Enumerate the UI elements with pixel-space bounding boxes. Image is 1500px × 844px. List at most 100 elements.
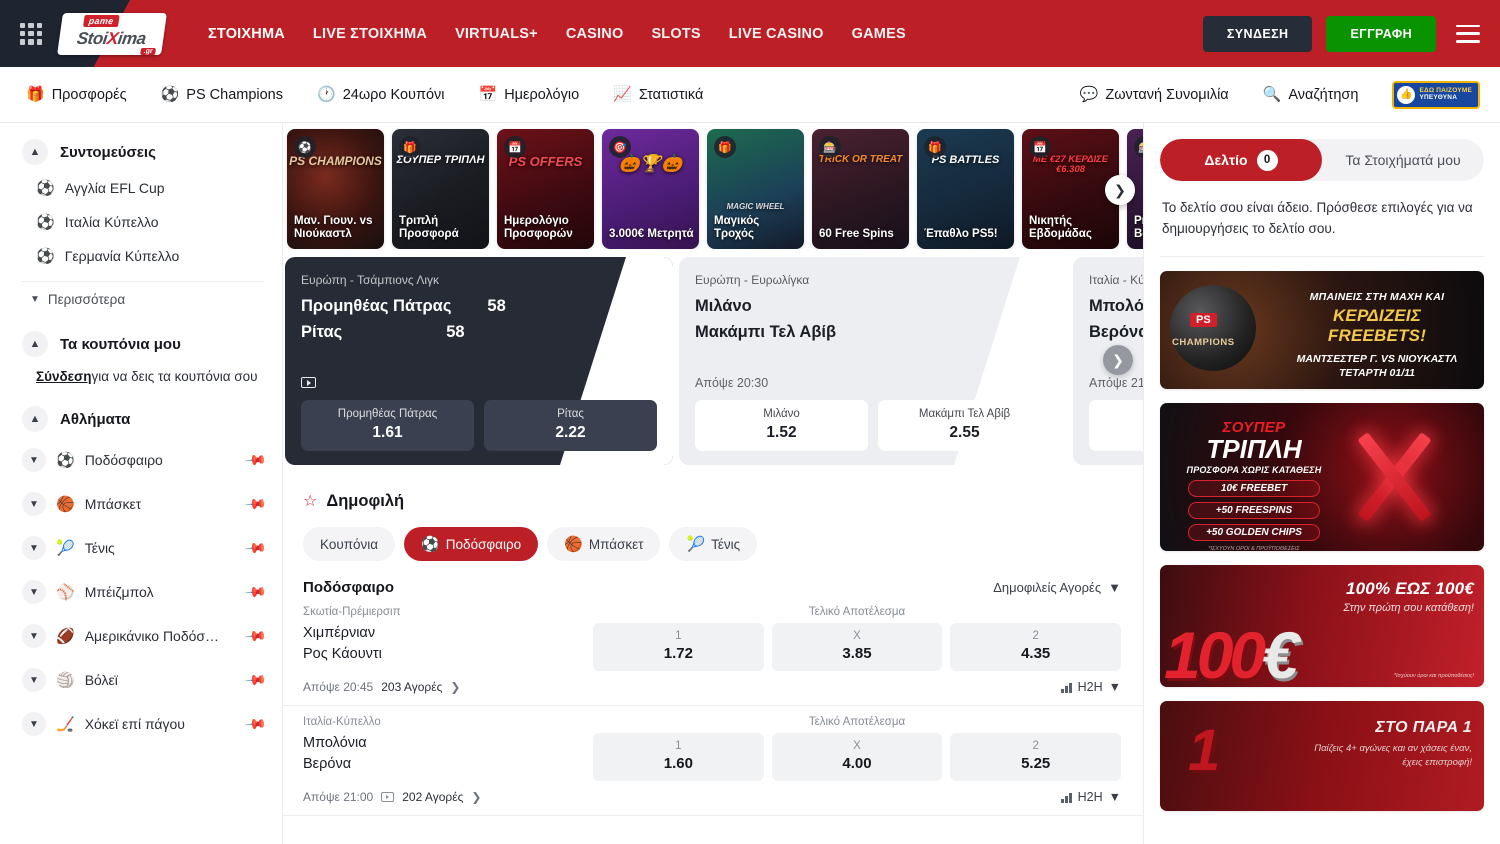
- banner-sto-para-1[interactable]: 1 ΣΤΟ ΠΑΡΑ 1 Παίζεις 4+ αγώνες και αν χά…: [1160, 701, 1484, 811]
- tab-tennis[interactable]: 🎾 Τένις: [669, 527, 757, 561]
- hamburger-menu-icon[interactable]: [1456, 25, 1480, 43]
- odd-button[interactable]: Ρίτας 2.22: [484, 400, 657, 451]
- search-button[interactable]: 🔍 Αναζήτηση: [1263, 87, 1359, 103]
- sports-section-header[interactable]: ▲ Αθλήματα: [22, 406, 264, 432]
- odd-button[interactable]: Προμηθέας Πάτρας 1.61: [301, 400, 474, 451]
- featured-home-team: Προμηθέας Πάτρας: [301, 297, 451, 316]
- odd-button-2[interactable]: 2 5.25: [950, 733, 1121, 781]
- register-button[interactable]: ΕΓΓΡΑΦΗ: [1326, 16, 1436, 52]
- pin-icon[interactable]: 📌: [243, 448, 267, 472]
- sidebar-item-tennis[interactable]: ▼ 🎾 Τένις 📌: [22, 526, 264, 570]
- chevron-down-icon: ▼: [1108, 580, 1121, 595]
- tv-stream-icon[interactable]: [301, 377, 316, 388]
- odd-button-1[interactable]: 1 1.60: [593, 733, 764, 781]
- featured-match-card[interactable]: Ευρώπη - Τσάμπιονς Λιγκ Προμηθέας Πάτρας…: [285, 257, 673, 465]
- promo-card[interactable]: ⚽ PS CHAMPIONS Μαν. Γιουν. vs Νιούκαστλ: [287, 129, 384, 249]
- subnav-item-ps-champions[interactable]: ⚽ PS Champions: [161, 87, 283, 103]
- event-markets-count[interactable]: 202 Αγορές: [402, 790, 463, 804]
- tab-basket[interactable]: 🏀 Μπάσκετ: [547, 527, 660, 561]
- shortcut-item-italia-kypello[interactable]: ⚽ Ιταλία Κύπελλο: [22, 205, 264, 239]
- odd-value: 3.85: [772, 645, 943, 662]
- sidebar-item-volley[interactable]: ▼ 🏐 Βόλεϊ 📌: [22, 658, 264, 702]
- odd-value: 1.61: [305, 424, 470, 442]
- login-button[interactable]: ΣΥΝΔΕΣΗ: [1203, 16, 1313, 52]
- chevron-right-icon[interactable]: ❯: [450, 680, 460, 694]
- featured-league: Ευρώπη - Ευρωλίγκα: [695, 273, 1051, 287]
- chevron-right-icon[interactable]: ❯: [471, 790, 481, 804]
- chart-icon: 📈: [613, 87, 632, 102]
- tab-podosfairo[interactable]: ⚽ Ποδόσφαιρο: [404, 527, 538, 561]
- promo-card[interactable]: 🎰 TRICK OR TREAT 60 Free Spins: [812, 129, 909, 249]
- calendar-icon: 📅: [479, 87, 498, 102]
- tab-betslip[interactable]: Δελτίο 0: [1160, 139, 1322, 181]
- sidebar-item-american-football[interactable]: ▼ 🏈 Αμερικάνικο Ποδόσ… 📌: [22, 614, 264, 658]
- h2h-button[interactable]: H2H ▼: [1061, 790, 1121, 804]
- promo-card[interactable]: 📅 PS OFFERS Ημερολόγιο Προσφορών: [497, 129, 594, 249]
- promo-badge-icon: 📅: [504, 136, 526, 158]
- odd-button-1[interactable]: 1 1.72: [593, 623, 764, 671]
- pin-icon[interactable]: 📌: [243, 492, 267, 516]
- odd-label: 1: [593, 630, 764, 642]
- pin-icon[interactable]: 📌: [243, 536, 267, 560]
- my-coupons-section-header[interactable]: ▲ Τα κουπόνια μου: [22, 331, 264, 357]
- page-body: ▲ Συντομεύσεις ⚽ Αγγλία EFL Cup ⚽ Ιταλία…: [0, 123, 1500, 844]
- coupons-login-link[interactable]: Σύνδεση: [36, 369, 92, 384]
- subnav-item-prosfores[interactable]: 🎁 Προσφορές: [26, 87, 127, 103]
- shortcuts-section-header[interactable]: ▲ Συντομεύσεις: [22, 139, 264, 165]
- promo-next-arrow-icon[interactable]: ❯: [1105, 175, 1135, 205]
- betslip-tab-label: Δελτίο: [1204, 152, 1247, 168]
- subnav-item-imerologio[interactable]: 📅 Ημερολόγιο: [479, 87, 580, 103]
- sidebar-item-baseball[interactable]: ▼ ⚾ Μπέιζμπολ 📌: [22, 570, 264, 614]
- odd-button[interactable]: Μιλάνο 1.52: [695, 400, 868, 451]
- sidebar-item-ice-hockey[interactable]: ▼ 🏒 Χόκεϊ επί πάγου 📌: [22, 702, 264, 746]
- featured-next-arrow-icon[interactable]: ❯: [1103, 345, 1133, 375]
- nav-item-stoixima[interactable]: ΣΤΟΙΧΗΜΑ: [208, 26, 285, 42]
- nav-item-live-stoixima[interactable]: LIVE ΣΤΟΙΧΗΜΑ: [313, 26, 427, 42]
- pin-icon[interactable]: 📌: [243, 712, 267, 736]
- site-logo[interactable]: pame StoiXima .gr: [58, 11, 166, 57]
- banner-super-tripli[interactable]: ΣΟΥΠΕΡ ΤΡΙΠΛΗ ΠΡΟΣΦΟΡΑ ΧΩΡΙΣ ΚΑΤΑΘΕΣΗ 10…: [1160, 403, 1484, 551]
- promo-card[interactable]: 🎁 MAGIC WHEEL Μαγικός Τροχός: [707, 129, 804, 249]
- odd-button-x[interactable]: X 3.85: [772, 623, 943, 671]
- markets-dropdown[interactable]: Δημοφιλείς Αγορές ▼: [993, 580, 1121, 595]
- odd-label: Μιλάνο: [699, 408, 864, 420]
- subnav-item-24oro-koyponi[interactable]: 🕐 24ωρο Κουπόνι: [317, 87, 445, 103]
- event-markets-count[interactable]: 203 Αγορές: [381, 680, 442, 694]
- pin-icon[interactable]: 📌: [243, 624, 267, 648]
- shortcut-item-germania-kypello[interactable]: ⚽ Γερμανία Κύπελλο: [22, 239, 264, 273]
- nav-item-casino[interactable]: CASINO: [566, 26, 624, 42]
- sidebar-item-podosfairo[interactable]: ▼ ⚽ Ποδόσφαιρο 📌: [22, 438, 264, 482]
- odd-button-2[interactable]: 2 4.35: [950, 623, 1121, 671]
- shortcut-item-efl-cup[interactable]: ⚽ Αγγλία EFL Cup: [22, 171, 264, 205]
- odd-label: Προμηθέας Πάτρας: [305, 408, 470, 420]
- banner-welcome-bonus[interactable]: 100€ 100% ΕΩΣ 100€ Στην πρώτη σου κατάθε…: [1160, 565, 1484, 687]
- sidebar-item-basket[interactable]: ▼ 🏀 Μπάσκετ 📌: [22, 482, 264, 526]
- pin-icon[interactable]: 📌: [243, 580, 267, 604]
- nav-item-virtuals[interactable]: VIRTUALS+: [455, 26, 538, 42]
- odd-button[interactable]: Μακάμπι Τελ Αβίβ 2.55: [878, 400, 1051, 451]
- banner-line-3: ΜΑΝΤΣΕΣΤΕΡ Γ. VS ΝΙΟΥΚΑΣΤΛ: [1282, 353, 1472, 365]
- tab-my-bets[interactable]: Τα Στοιχήματά μου: [1322, 139, 1484, 181]
- tab-koyponia[interactable]: Κουπόνια: [303, 527, 395, 561]
- nav-item-games[interactable]: GAMES: [852, 26, 906, 42]
- nav-item-slots[interactable]: SLOTS: [651, 26, 700, 42]
- nav-item-live-casino[interactable]: LIVE CASINO: [729, 26, 824, 42]
- promo-card[interactable]: 🎯 🎃🏆🎃 3.000€ Μετρητά: [602, 129, 699, 249]
- soccer-ball-icon: ⚽: [36, 181, 55, 196]
- event-away-team: Βερόνα: [303, 754, 593, 775]
- live-chat-button[interactable]: 💬 Ζωντανή Συνομιλία: [1080, 87, 1229, 103]
- shortcuts-more-button[interactable]: ▼ Περισσότερα: [22, 286, 264, 313]
- odd-button[interactable]: 1 1.60: [1089, 400, 1143, 451]
- featured-match-card[interactable]: Ευρώπη - Ευρωλίγκα Μιλάνο Μακάμπι Τελ Αβ…: [679, 257, 1067, 465]
- h2h-button[interactable]: H2H ▼: [1061, 680, 1121, 694]
- subnav-item-statistika[interactable]: 📈 Στατιστικά: [613, 87, 703, 103]
- tv-stream-icon[interactable]: [381, 792, 394, 802]
- responsible-gaming-badge[interactable]: 👍 ΕΔΩ ΠΑΙΖΟΥΜΕ ΥΠΕΥΘΥΝΑ: [1392, 81, 1480, 109]
- banner-ps-champions[interactable]: PS CHAMPIONS ΜΠΑΙΝΕΙΣ ΣΤΗ ΜΑΧΗ ΚΑΙ ΚΕΡΔΙ…: [1160, 271, 1484, 389]
- apps-grid-icon[interactable]: [20, 23, 42, 45]
- promo-card[interactable]: 🎁 ΣΟΥΠΕΡ ΤΡΙΠΛΗ Τριπλή Προσφορά: [392, 129, 489, 249]
- pin-icon[interactable]: 📌: [243, 668, 267, 692]
- promo-card[interactable]: 🎁 PS BATTLES Έπαθλο PS5!: [917, 129, 1014, 249]
- featured-away-team: Μακάμπι Τελ Αβίβ: [695, 323, 836, 342]
- odd-button-x[interactable]: X 4.00: [772, 733, 943, 781]
